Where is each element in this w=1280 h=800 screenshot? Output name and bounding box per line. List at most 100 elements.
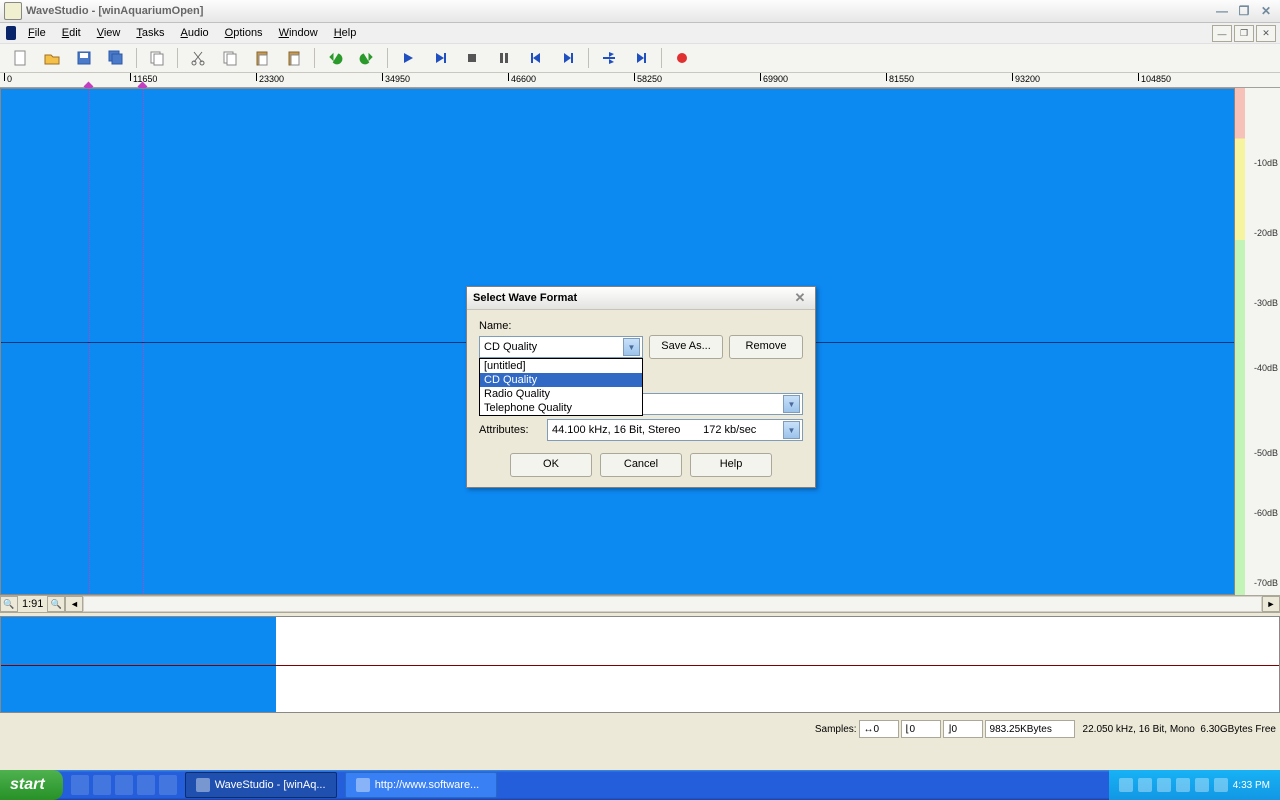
app-title: WaveStudio - [winAquariumOpen] <box>26 5 1212 17</box>
name-value: CD Quality <box>484 341 537 353</box>
save-all-button[interactable] <box>102 46 130 70</box>
db-label: -50dB <box>1254 448 1278 458</box>
zoom-ratio: 1:91 <box>18 598 47 610</box>
samples-label: Samples: <box>815 724 857 735</box>
pause-button[interactable] <box>490 46 518 70</box>
taskbar: start WaveStudio - [winAq... http://www.s… <box>0 770 1280 800</box>
menu-audio[interactable]: Audio <box>175 25 215 41</box>
taskbar-task[interactable]: http://www.software... <box>345 772 497 798</box>
tray-icon[interactable] <box>1214 778 1228 792</box>
mdi-restore[interactable]: ❐ <box>1234 25 1254 42</box>
cursor-marker-2[interactable] <box>143 89 145 594</box>
play-button[interactable] <box>394 46 422 70</box>
db-label: -10dB <box>1254 158 1278 168</box>
dropdown-arrow-icon[interactable]: ▼ <box>783 395 800 413</box>
copy2-button[interactable] <box>216 46 244 70</box>
dialog-titlebar[interactable]: Select Wave Format ✕ <box>467 287 815 310</box>
quick-launch-item[interactable] <box>159 775 177 795</box>
close-button[interactable]: ✕ <box>1256 3 1276 19</box>
save-button[interactable] <box>70 46 98 70</box>
scroll-track[interactable] <box>83 596 1262 612</box>
menu-window[interactable]: Window <box>273 25 324 41</box>
menu-options[interactable]: Options <box>219 25 269 41</box>
menu-edit[interactable]: Edit <box>56 25 87 41</box>
mdi-minimize[interactable]: — <box>1212 25 1232 42</box>
ok-button[interactable]: OK <box>510 453 592 477</box>
horizontal-scroll[interactable]: 🔍 1:91 🔍 ◄ ► <box>0 595 1280 613</box>
paste-button[interactable] <box>248 46 276 70</box>
statusbar: Samples: ↔ 0 ⌊ 0 ⌋ 0 983.25KBytes 22.050… <box>0 713 1280 745</box>
quick-launch <box>71 775 177 795</box>
quick-launch-item[interactable] <box>115 775 133 795</box>
name-label: Name: <box>479 320 803 332</box>
dropdown-arrow-icon[interactable]: ▼ <box>623 338 640 356</box>
redo-button[interactable] <box>353 46 381 70</box>
db-label: -20dB <box>1254 228 1278 238</box>
menu-help[interactable]: Help <box>328 25 363 41</box>
dropdown-arrow-icon[interactable]: ▼ <box>783 421 800 439</box>
goto-start-button[interactable] <box>595 46 623 70</box>
new-button[interactable] <box>6 46 34 70</box>
quick-launch-item[interactable] <box>93 775 111 795</box>
samples-end: ⌋ 0 <box>943 720 983 738</box>
toolbar <box>0 44 1280 73</box>
goto-end-button[interactable] <box>627 46 655 70</box>
zoom-in-button[interactable]: 🔍 <box>47 596 65 612</box>
menubar-gripper <box>6 26 16 40</box>
dropdown-option[interactable]: Telephone Quality <box>480 401 642 415</box>
minimize-button[interactable]: — <box>1212 3 1232 19</box>
help-button[interactable]: Help <box>690 453 772 477</box>
zoom-out-button[interactable]: 🔍 <box>0 596 18 612</box>
attributes-combobox[interactable]: 44.100 kHz, 16 Bit, Stereo 172 kb/sec ▼ <box>547 419 803 441</box>
level-meter-left <box>1235 88 1245 595</box>
remove-button[interactable]: Remove <box>729 335 803 359</box>
menu-view[interactable]: View <box>91 25 127 41</box>
save-as-button[interactable]: Save As... <box>649 335 723 359</box>
quick-launch-item[interactable] <box>137 775 155 795</box>
name-combobox[interactable]: CD Quality ▼ [untitled]CD QualityRadio Q… <box>479 336 643 358</box>
maximize-button[interactable]: ❐ <box>1234 3 1254 19</box>
cancel-button[interactable]: Cancel <box>600 453 682 477</box>
dropdown-option[interactable]: CD Quality <box>480 373 642 387</box>
record-button[interactable] <box>668 46 696 70</box>
tray-icon[interactable] <box>1195 778 1209 792</box>
tray-icon[interactable] <box>1138 778 1152 792</box>
stop-button[interactable] <box>458 46 486 70</box>
scroll-right-button[interactable]: ► <box>1262 596 1280 612</box>
name-dropdown-list: [untitled]CD QualityRadio QualityTelepho… <box>479 358 643 416</box>
db-label: -30dB <box>1254 298 1278 308</box>
dropdown-option[interactable]: [untitled] <box>480 359 642 373</box>
copy-button[interactable] <box>143 46 171 70</box>
prev-button[interactable] <box>522 46 550 70</box>
open-button[interactable] <box>38 46 66 70</box>
scroll-left-button[interactable]: ◄ <box>65 596 83 612</box>
dialog-close-button[interactable]: ✕ <box>791 290 809 306</box>
db-scale: -10dB-20dB-30dB-40dB-50dB-60dB-70dB-80dB <box>1245 88 1280 595</box>
bitrate-value: 172 kb/sec <box>703 424 756 436</box>
attributes-label: Attributes: <box>479 424 541 436</box>
select-wave-format-dialog: Select Wave Format ✕ Name: CD Quality ▼ … <box>466 286 816 488</box>
play-loop-button[interactable] <box>426 46 454 70</box>
next-button[interactable] <box>554 46 582 70</box>
taskbar-task[interactable]: WaveStudio - [winAq... <box>185 772 337 798</box>
waveform-overview[interactable] <box>0 616 1280 713</box>
tray-icon[interactable] <box>1157 778 1171 792</box>
dropdown-option[interactable]: Radio Quality <box>480 387 642 401</box>
menu-file[interactable]: File <box>22 25 52 41</box>
tray-icon[interactable] <box>1176 778 1190 792</box>
cut-button[interactable] <box>184 46 212 70</box>
cursor-marker-1[interactable] <box>89 89 91 594</box>
time-ruler[interactable]: 0116502330034950466005825069900815509320… <box>0 73 1280 88</box>
start-button[interactable]: start <box>0 770 63 800</box>
dialog-title: Select Wave Format <box>473 292 577 304</box>
system-tray: 4:33 PM <box>1109 770 1280 800</box>
tray-icon[interactable] <box>1119 778 1133 792</box>
mdi-close[interactable]: ✕ <box>1256 25 1276 42</box>
app-titlebar: WaveStudio - [winAquariumOpen] — ❐ ✕ <box>0 0 1280 23</box>
quick-launch-item[interactable] <box>71 775 89 795</box>
paste-mix-button[interactable] <box>280 46 308 70</box>
undo-button[interactable] <box>321 46 349 70</box>
clock[interactable]: 4:33 PM <box>1233 780 1270 791</box>
audio-format: 22.050 kHz, 16 Bit, Mono <box>1083 724 1195 735</box>
menu-tasks[interactable]: Tasks <box>130 25 170 41</box>
